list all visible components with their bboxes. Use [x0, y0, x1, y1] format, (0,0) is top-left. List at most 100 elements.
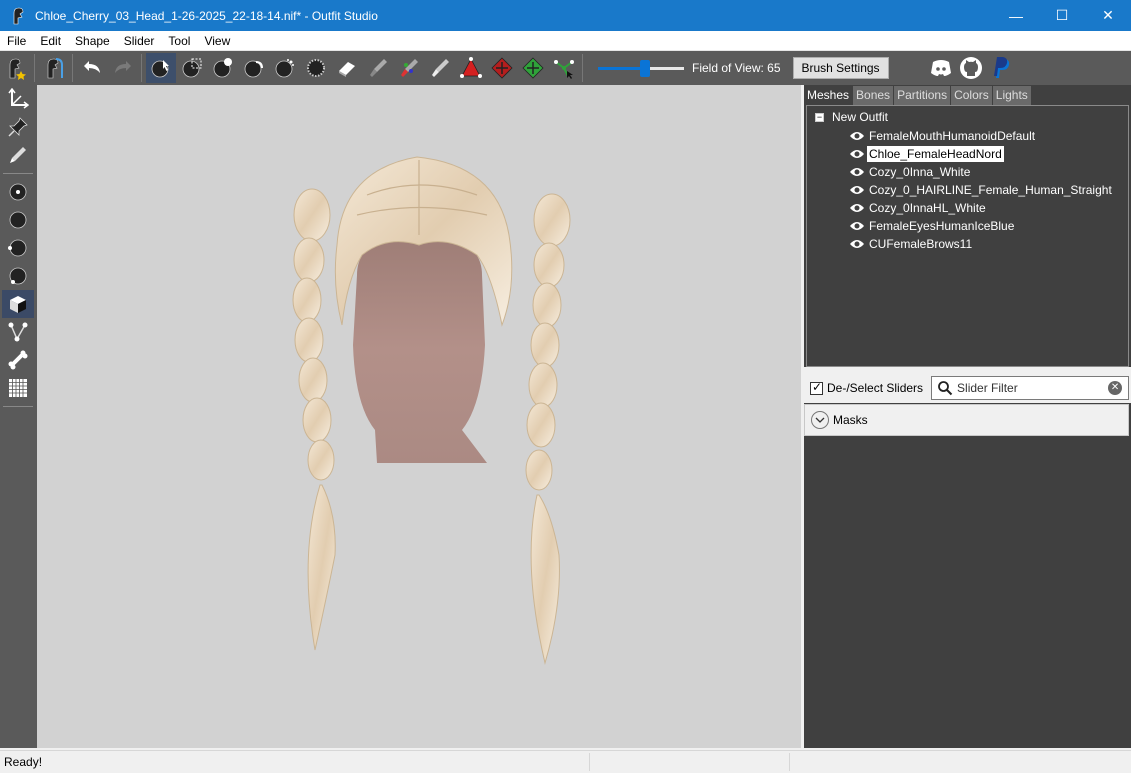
close-button[interactable]: ✕ [1085, 0, 1131, 31]
smooth-icon[interactable] [332, 53, 362, 83]
chevron-down-icon[interactable] [811, 411, 829, 429]
mesh-item-label: Cozy_0InnaHL_White [869, 201, 986, 215]
mesh-item-label: Cozy_0Inna_White [869, 165, 971, 179]
menu-bar: File Edit Shape Slider Tool View [0, 31, 1131, 51]
mesh-item-label: CUFemaleBrows11 [869, 237, 973, 251]
menu-edit[interactable]: Edit [33, 31, 68, 51]
mesh-item[interactable]: FemaleEyesHumanIceBlue [849, 217, 1016, 235]
window-title: Chloe_Cherry_03_Head_1-26-2025_22-18-14.… [35, 8, 378, 23]
brush-small-icon[interactable] [2, 178, 34, 206]
main-toolbar: Field of View: 65 Brush Settings [0, 51, 1131, 85]
masks-label: Masks [833, 413, 868, 427]
minimize-button[interactable]: — [993, 0, 1039, 31]
grid-icon[interactable] [2, 374, 34, 402]
new-project-icon[interactable] [1, 53, 31, 83]
tab-lights[interactable]: Lights [992, 86, 1031, 105]
load-reference-icon[interactable] [39, 53, 69, 83]
mesh-item-label: FemaleEyesHumanIceBlue [869, 219, 1015, 233]
menu-view[interactable]: View [197, 31, 237, 51]
pencil-icon[interactable] [2, 141, 34, 169]
menu-file[interactable]: File [0, 31, 33, 51]
collapse-vertex-icon[interactable] [549, 53, 579, 83]
color-paint-icon[interactable] [425, 53, 455, 83]
brush-xl-icon[interactable] [2, 262, 34, 290]
eye-icon[interactable] [849, 202, 865, 214]
eye-icon[interactable] [849, 166, 865, 178]
toolbar-separator [72, 54, 73, 82]
pivot-icon[interactable] [518, 53, 548, 83]
mesh-item-label: Cozy_0_HAIRLINE_Female_Human_Straight [869, 183, 1112, 197]
toolbar-separator [141, 54, 142, 82]
mesh-item[interactable]: CUFemaleBrows11 [849, 235, 974, 253]
menu-shape[interactable]: Shape [68, 31, 117, 51]
slider-filter-input[interactable]: Slider Filter ✕ [931, 376, 1130, 400]
mesh-item-label: FemaleMouthHumanoidDefault [869, 129, 1036, 143]
mesh-item[interactable]: FemaleMouthHumanoidDefault [849, 127, 1037, 145]
pin-icon[interactable] [2, 113, 34, 141]
search-icon [938, 381, 953, 396]
redo-icon[interactable] [108, 53, 138, 83]
right-panel: Meshes Bones Partitions Colors Lights − … [804, 85, 1131, 748]
tree-root-label: New Outfit [832, 110, 889, 124]
inflate-icon[interactable] [270, 53, 300, 83]
github-icon[interactable] [959, 56, 983, 80]
mesh-item[interactable]: Cozy_0InnaHL_White [849, 199, 988, 217]
brush-medium-icon[interactable] [2, 206, 34, 234]
slider-controls: De-/Select Sliders Slider Filter ✕ [804, 373, 1131, 403]
mesh-item[interactable]: Cozy_0_HAIRLINE_Female_Human_Straight [849, 181, 1114, 199]
slider-thumb[interactable] [640, 60, 650, 77]
maximize-button[interactable]: ☐ [1039, 0, 1085, 31]
menu-slider[interactable]: Slider [117, 31, 162, 51]
select-icon[interactable] [145, 53, 176, 83]
cube-icon[interactable] [2, 290, 34, 318]
bone-icon[interactable] [2, 346, 34, 374]
pivot-axis-icon[interactable] [2, 85, 34, 113]
mesh-item-label: Chloe_FemaleHeadNord [867, 146, 1004, 162]
weight-paint-icon[interactable] [394, 53, 424, 83]
3d-viewport[interactable] [37, 85, 801, 748]
collapse-icon[interactable]: − [815, 112, 824, 122]
deselect-sliders-label: De-/Select Sliders [827, 381, 924, 395]
eye-icon[interactable] [849, 220, 865, 232]
mask-rect-icon[interactable] [177, 53, 207, 83]
deselect-sliders-checkbox[interactable]: De-/Select Sliders [810, 380, 924, 395]
eye-icon[interactable] [849, 130, 865, 142]
title-bar: Chloe_Cherry_03_Head_1-26-2025_22-18-14.… [0, 0, 1131, 31]
panel-tabs: Meshes Bones Partitions Colors Lights [804, 85, 1032, 105]
brush-large-icon[interactable] [2, 234, 34, 262]
brush-settings-button[interactable]: Brush Settings [792, 57, 889, 79]
unmask-icon[interactable] [239, 53, 269, 83]
alpha-paint-icon[interactable] [456, 53, 486, 83]
mesh-item[interactable]: Cozy_0Inna_White [849, 163, 972, 181]
deflate-icon[interactable] [301, 53, 331, 83]
tab-meshes[interactable]: Meshes [804, 86, 853, 105]
tab-colors[interactable]: Colors [951, 86, 992, 105]
undo-icon[interactable] [77, 53, 107, 83]
tab-partitions[interactable]: Partitions [894, 86, 951, 105]
field-of-view-slider[interactable] [598, 58, 684, 78]
transform-icon[interactable] [487, 53, 517, 83]
clear-filter-icon[interactable]: ✕ [1108, 381, 1123, 395]
checkbox-icon[interactable] [810, 380, 823, 395]
tree-root[interactable]: − New Outfit [815, 110, 888, 124]
vertex-edit-icon[interactable] [2, 318, 34, 346]
eye-icon[interactable] [849, 184, 865, 196]
mesh-item[interactable]: Chloe_FemaleHeadNord [849, 145, 1004, 163]
masks-slider-row[interactable]: Masks [804, 404, 1129, 436]
move-icon[interactable] [363, 53, 393, 83]
slider-fill [598, 67, 645, 70]
mask-brush-icon[interactable] [208, 53, 238, 83]
discord-icon[interactable] [929, 56, 953, 80]
mesh-tree: − New Outfit FemaleMouthHumanoidDefault … [806, 105, 1129, 367]
status-text: Ready! [0, 753, 590, 771]
right-braid [525, 193, 571, 665]
status-bar: Ready! [0, 750, 1131, 773]
menu-tool[interactable]: Tool [161, 31, 197, 51]
eye-icon[interactable] [849, 238, 865, 250]
tab-bones[interactable]: Bones [853, 86, 894, 105]
toolbar-separator [582, 54, 583, 82]
head-model-render [292, 156, 571, 665]
eye-icon[interactable] [849, 148, 865, 160]
toolbar-separator [34, 54, 35, 82]
paypal-icon[interactable] [989, 56, 1013, 80]
